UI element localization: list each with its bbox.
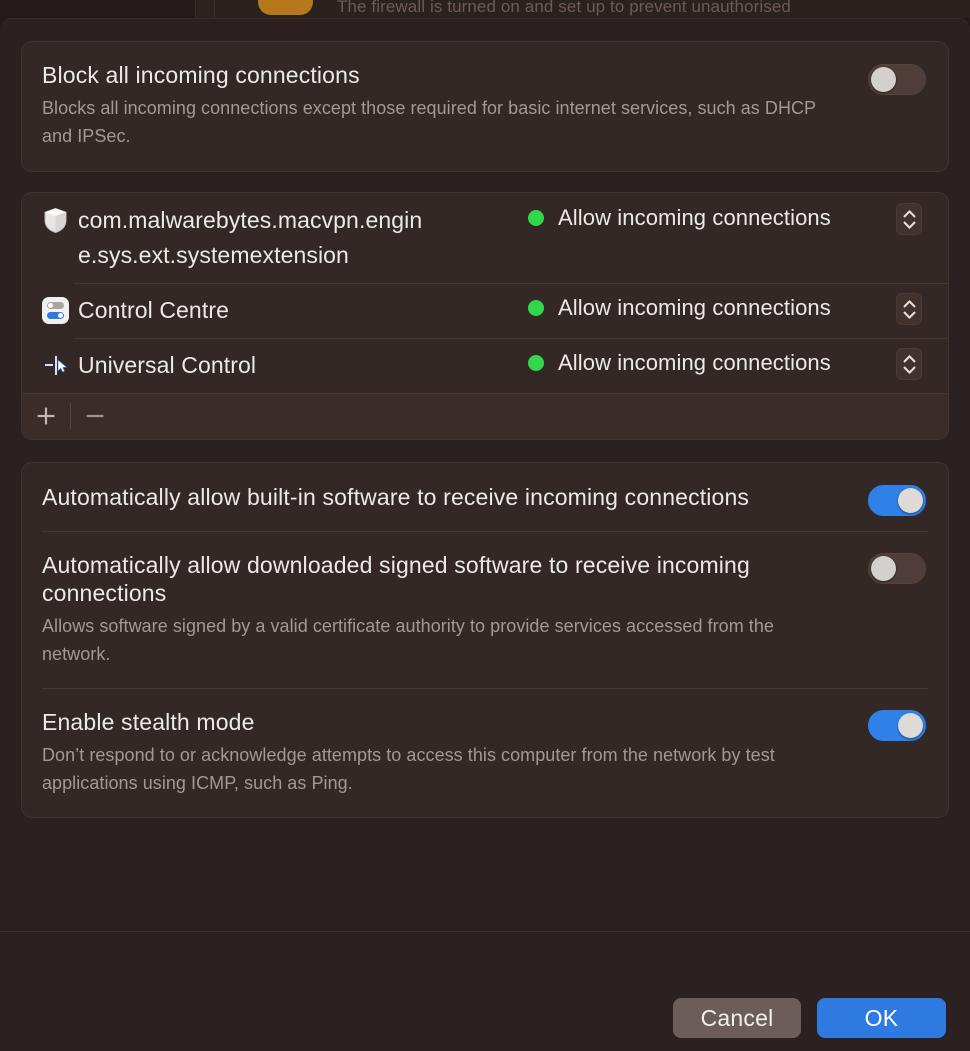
toggle-knob	[871, 556, 896, 581]
add-app-button[interactable]	[22, 393, 70, 439]
app-list-toolbar	[22, 393, 948, 439]
toggle-knob	[871, 67, 896, 92]
app-rule-state-label: Allow incoming connections	[558, 350, 831, 375]
block-all-incoming-card: Block all incoming connections Blocks al…	[21, 41, 949, 172]
chevron-down-icon	[903, 311, 915, 319]
app-rule-popup-button[interactable]	[896, 203, 922, 235]
list-item[interactable]: com.malwarebytes.macvpn.engine.sys.ext.s…	[22, 193, 948, 283]
minus-icon	[86, 414, 104, 418]
block-all-incoming-texts: Block all incoming connections Blocks al…	[42, 61, 832, 150]
control-centre-icon	[42, 297, 69, 324]
list-item[interactable]: Control Centre Allow incoming connection…	[22, 283, 948, 338]
stealth-mode-row: Enable stealth mode Don’t respond to or …	[22, 688, 948, 817]
app-rule-state: Allow incoming connections	[528, 295, 831, 321]
firewall-options-dialog: Block all incoming connections Blocks al…	[0, 18, 970, 1051]
ok-button[interactable]: OK	[817, 998, 946, 1038]
app-rule-state-label: Allow incoming connections	[558, 205, 831, 230]
background-firewall-notice: The firewall is turned on and set up to …	[337, 0, 791, 16]
stealth-mode-title: Enable stealth mode	[42, 709, 255, 735]
status-dot-icon	[528, 355, 544, 371]
auto-allow-signed-title: Automatically allow downloaded signed so…	[42, 552, 750, 606]
app-rule-popup-button[interactable]	[896, 348, 922, 380]
list-item-label: Control Centre	[78, 297, 229, 323]
auto-allow-builtin-row: Automatically allow built-in software to…	[22, 463, 948, 531]
auto-allow-builtin-title: Automatically allow built-in software to…	[42, 484, 750, 510]
automatic-options-card: Automatically allow built-in software to…	[21, 462, 949, 818]
app-rule-popup-button[interactable]	[896, 293, 922, 325]
toggle-knob	[898, 488, 923, 513]
chevron-up-icon	[903, 209, 915, 217]
background-sidebar	[0, 0, 196, 18]
auto-allow-builtin-toggle[interactable]	[868, 485, 926, 516]
auto-allow-signed-toggle[interactable]	[868, 553, 926, 584]
block-all-incoming-description: Blocks all incoming connections except t…	[42, 98, 816, 146]
background-window-strip: The firewall is turned on and set up to …	[0, 0, 970, 18]
list-item-label: Universal Control	[78, 352, 257, 378]
dialog-content: Block all incoming connections Blocks al…	[0, 19, 970, 931]
chevron-up-icon	[903, 299, 915, 307]
chevron-down-icon	[903, 366, 915, 374]
shield-icon	[42, 207, 69, 234]
remove-app-button[interactable]	[71, 393, 119, 439]
stealth-mode-texts: Enable stealth mode Don’t respond to or …	[42, 708, 842, 797]
background-panel-edge	[197, 0, 215, 18]
auto-allow-signed-row: Automatically allow downloaded signed so…	[22, 531, 948, 688]
auto-allow-signed-description: Allows software signed by a valid certif…	[42, 616, 774, 664]
dialog-actions: Cancel OK	[673, 998, 946, 1038]
block-all-incoming-toggle[interactable]	[868, 64, 926, 95]
cancel-button[interactable]: Cancel	[673, 998, 801, 1038]
auto-allow-signed-texts: Automatically allow downloaded signed so…	[42, 551, 842, 668]
list-item[interactable]: Universal Control Allow incoming connect…	[22, 338, 948, 393]
list-item-label: com.malwarebytes.macvpn.engine.sys.ext.s…	[78, 207, 423, 268]
stealth-mode-toggle[interactable]	[868, 710, 926, 741]
universal-control-icon	[42, 352, 69, 379]
chevron-down-icon	[903, 221, 915, 229]
status-dot-icon	[528, 210, 544, 226]
app-rules-list: com.malwarebytes.macvpn.engine.sys.ext.s…	[21, 192, 949, 440]
stealth-mode-description: Don’t respond to or acknowledge attempts…	[42, 745, 775, 793]
dialog-footer: Cancel OK	[0, 931, 970, 1051]
auto-allow-builtin-texts: Automatically allow built-in software to…	[42, 483, 842, 511]
app-rule-state-label: Allow incoming connections	[558, 295, 831, 320]
chevron-up-icon	[903, 354, 915, 362]
app-rule-state: Allow incoming connections	[528, 205, 831, 231]
block-all-incoming-title: Block all incoming connections	[42, 62, 360, 88]
background-firewall-toggle	[258, 0, 313, 15]
app-rule-state: Allow incoming connections	[528, 350, 831, 376]
toggle-knob	[898, 713, 923, 738]
plus-icon	[37, 407, 55, 425]
status-dot-icon	[528, 300, 544, 316]
